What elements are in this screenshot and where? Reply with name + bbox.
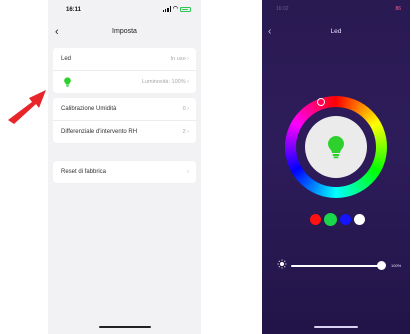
page-title: Imposta [112, 28, 137, 35]
brightness-slider-track[interactable] [291, 265, 383, 267]
home-indicator [314, 326, 358, 328]
reset-card: Reset di fabbrica › [53, 161, 196, 183]
color-wheel-handle[interactable] [317, 98, 325, 106]
preset-red-button[interactable] [310, 214, 321, 225]
color-presets [310, 213, 365, 226]
led-card: Led In uso › Luminosità: 100% › [53, 48, 196, 93]
status-time: 16:02 [276, 6, 289, 12]
humidity-calibration-row[interactable]: Calibrazione Umidità 0 › [53, 98, 196, 121]
calibration-card: Calibrazione Umidità 0 › Differenziale d… [53, 98, 196, 143]
bulb-icon [64, 77, 71, 87]
settings-screen: 16:11 ◠ ‹ Imposta Led In uso › Luminosit… [48, 0, 201, 334]
bulb-icon [328, 136, 344, 159]
led-row[interactable]: Led In uso › [53, 48, 196, 71]
battery-indicator: 86 [395, 6, 401, 12]
preset-white-button[interactable] [354, 214, 365, 225]
page-title: Led [330, 28, 342, 35]
wifi-icon: ◠ [172, 6, 178, 12]
rh-differential-row[interactable]: Differenziale d'intervento RH 2 › [53, 121, 196, 143]
cellular-signal-icon [163, 6, 171, 12]
brightness-sun-icon [277, 259, 287, 269]
brightness-row[interactable]: Luminosità: 100% › [53, 71, 196, 93]
red-arrow-annotation [8, 90, 46, 124]
status-time: 16:11 [66, 7, 82, 13]
factory-reset-row[interactable]: Reset di fabbrica › [53, 161, 196, 183]
rh-differential-label: Differenziale d'intervento RH [61, 129, 138, 135]
brightness-value: Luminosità: 100% [141, 79, 186, 85]
brightness-value-label: 100% [391, 263, 402, 268]
home-indicator [98, 326, 151, 328]
led-status: In uso [170, 56, 186, 62]
brightness-slider-thumb[interactable] [377, 261, 386, 270]
humidity-calibration-label: Calibrazione Umidità [61, 106, 117, 112]
factory-reset-label: Reset di fabbrica [61, 169, 107, 175]
nav-header: ‹ Imposta [48, 24, 201, 40]
humidity-calibration-value: 0 [182, 106, 186, 112]
chevron-right-icon: › [187, 169, 189, 175]
nav-header: ‹ Led [262, 24, 410, 40]
led-screen: 16:02 86 ‹ Led 100% [262, 0, 410, 334]
status-bar: 16:11 ◠ [48, 0, 201, 22]
led-label: Led [61, 56, 72, 62]
rh-differential-value: 2 [182, 129, 186, 135]
battery-icon [180, 6, 191, 12]
preset-green-button[interactable] [324, 213, 337, 226]
preset-blue-button[interactable] [340, 214, 351, 225]
